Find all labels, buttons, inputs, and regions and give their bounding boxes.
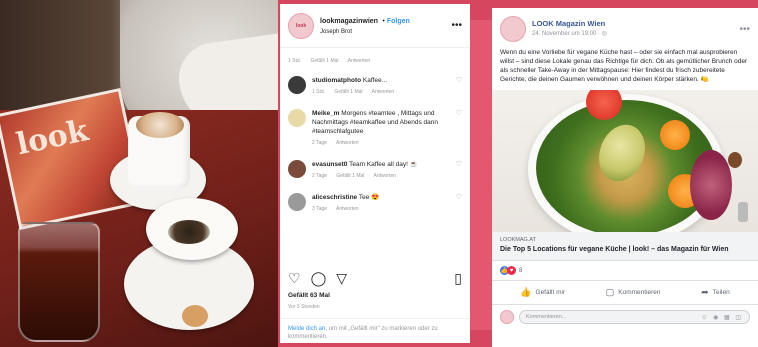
list-item: Meike_m Morgens #teamtee , Mittags und N… (288, 109, 462, 148)
comment-text: Tee 😍 (358, 194, 380, 201)
comment-likes[interactable]: Gefällt 1 Mal (336, 173, 364, 179)
globe-icon: · ◎ (598, 31, 607, 37)
comment-time: 2 Tage (312, 173, 327, 179)
comment-meta: 2 Tage Gefällt 1 Mal Antworten (312, 172, 452, 181)
comment-avatar[interactable] (288, 193, 306, 211)
list-item: studiomatphoto Kaffee... 1 Std. Gefällt … (288, 76, 462, 97)
thumbs-up-icon: 👍 (520, 287, 532, 297)
meta-time: 1 Std. (288, 58, 302, 64)
fb-link-title[interactable]: Die Top 5 Locations für vegane Küche | l… (500, 245, 750, 254)
heart-icon[interactable]: ♡ (456, 76, 462, 84)
ig-username[interactable]: lookmagazinwien (320, 18, 378, 25)
fb-reactions-bar[interactable]: 👍 ♥ 8 (492, 261, 758, 281)
fb-header: LOOK Magazin Wien 24. November um 19:00 … (492, 8, 758, 46)
comment-text: Kaffee... (362, 77, 388, 84)
fb-reaction-count: 8 (519, 267, 523, 274)
comment-avatar[interactable] (288, 160, 306, 178)
love-reaction-icon: ♥ (507, 266, 516, 275)
tea-leaves (168, 220, 210, 244)
comment-reply[interactable]: Antworten (336, 140, 359, 146)
comment-user[interactable]: Meike_m (312, 110, 339, 117)
ig-follow-button[interactable]: Folgen (387, 18, 410, 25)
bookmark-icon[interactable]: ▯ (454, 270, 462, 287)
fb-share-label: Teilen (712, 289, 730, 296)
comment-user[interactable]: aliceschristine (312, 194, 357, 201)
radicchio (690, 150, 732, 220)
fb-comment-label: Kommentieren (618, 289, 661, 296)
fb-action-buttons: 👍 Gefällt mir ▢ Kommentieren ➦ Teilen (492, 281, 758, 305)
fork (738, 202, 748, 222)
fb-comment-placeholder: Kommentieren... (526, 314, 567, 320)
comment-avatar[interactable] (288, 109, 306, 127)
comment-meta: 3 Tage Antworten (312, 205, 452, 214)
latte-foam (136, 112, 184, 138)
more-options-icon[interactable]: ••• (451, 20, 462, 31)
more-options-icon[interactable]: ••• (739, 24, 750, 35)
ig-comments-list: 1 Std. Gefällt 1 Mal Antworten studiomat… (280, 48, 470, 214)
comment-likes[interactable]: Gefällt 1 Mal (334, 89, 362, 95)
magazine-logo: look (13, 113, 92, 163)
fb-comment-button[interactable]: ▢ Kommentieren (606, 287, 661, 298)
orange-slice (660, 120, 690, 150)
comment-meta: 1 Std. Gefällt 1 Mal Antworten (312, 88, 452, 97)
comment-user[interactable]: evasunset0 (312, 161, 347, 168)
ig-login-link[interactable]: Melde dich an, (288, 326, 327, 332)
speech-bubble-icon: ▢ (605, 287, 615, 297)
fb-like-label: Gefällt mir (535, 289, 566, 296)
ig-action-bar: ♡ ◯ ▽ ▯ (288, 270, 462, 287)
fb-post-date[interactable]: 24. November um 19:00 (532, 31, 596, 37)
list-item: aliceschristine Tee 😍 3 Tage Antworten ♡ (288, 193, 462, 214)
heart-icon[interactable]: ♡ (456, 160, 462, 168)
fb-like-button[interactable]: 👍 Gefällt mir (520, 287, 565, 298)
ig-post-time: Vor 3 Stunden (288, 304, 320, 310)
ig-likes-count[interactable]: Gefällt 63 Mal (288, 292, 330, 299)
ig-login-prompt: Melde dich an, um mit „Gefällt mir“ zu m… (280, 318, 470, 343)
tea-glass (18, 222, 100, 342)
comment-reply[interactable]: Antworten (372, 89, 395, 95)
comment-text: Team Kaffee all day! ☕ (349, 161, 418, 168)
cookie (182, 305, 208, 327)
meta-reply[interactable]: Antworten (348, 58, 371, 64)
fb-link-preview[interactable]: lookmag.at Die Top 5 Locations für vegan… (492, 232, 758, 261)
comment-reply[interactable]: Antworten (336, 206, 359, 212)
comment-time: 1 Std. (312, 89, 326, 95)
like-heart-icon[interactable]: ♡ (288, 270, 301, 287)
fb-post-text: Wenn du eine Vorliebe für vegane Küche h… (500, 49, 748, 83)
share-arrow-icon: ➦ (701, 287, 709, 297)
comment-meta: 2 Tage Antworten (312, 139, 452, 148)
fb-link-domain: lookmag.at (500, 237, 536, 243)
walnut (728, 152, 742, 168)
fb-user-avatar (500, 310, 514, 324)
instagram-post-panel: look lookmagazinwien • Folgen Joseph Bro… (280, 4, 470, 343)
comment-reply[interactable]: Antworten (374, 173, 397, 179)
heart-icon[interactable]: ♡ (456, 109, 462, 117)
comment-time: 3 Tage (312, 206, 327, 212)
emoji-camera-gif-sticker-icons[interactable]: ☺ ◉ ▦ ◫ (701, 314, 743, 321)
fb-post-image[interactable] (492, 90, 758, 232)
fb-comment-composer: Kommentieren... ☺ ◉ ▦ ◫ (492, 305, 758, 329)
fb-page-name[interactable]: LOOK Magazin Wien (532, 19, 739, 29)
meta-likes[interactable]: Gefällt 1 Mal (310, 58, 338, 64)
ig-avatar[interactable]: look (288, 12, 314, 39)
cafe-photo: look (0, 0, 278, 347)
list-item: evasunset0 Team Kaffee all day! ☕ 2 Tage… (288, 160, 462, 181)
fb-share-button[interactable]: ➦ Teilen (701, 287, 730, 298)
facebook-post-panel: LOOK Magazin Wien 24. November um 19:00 … (492, 8, 758, 347)
fb-page-avatar[interactable] (500, 16, 526, 42)
comment-icon[interactable]: ◯ (311, 270, 327, 287)
comment-avatar[interactable] (288, 76, 306, 94)
ig-location[interactable]: Joseph Brot (320, 27, 447, 37)
comment-user[interactable]: studiomatphoto (312, 77, 361, 84)
ig-header: look lookmagazinwien • Folgen Joseph Bro… (280, 4, 470, 48)
comment-time: 2 Tage (312, 140, 327, 146)
share-icon[interactable]: ▽ (336, 270, 347, 287)
fb-comment-input[interactable]: Kommentieren... ☺ ◉ ▦ ◫ (519, 310, 750, 324)
ig-caption-meta: 1 Std. Gefällt 1 Mal Antworten (288, 58, 462, 64)
heart-icon[interactable]: ♡ (456, 193, 462, 201)
